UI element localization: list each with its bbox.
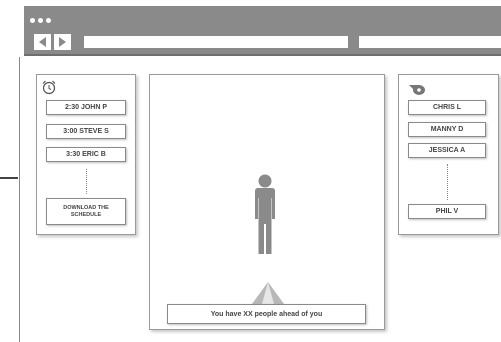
- coach-item-1[interactable]: CHRIS L: [408, 100, 486, 115]
- window-dot-icon: [38, 18, 43, 23]
- whistle-icon: [409, 85, 425, 95]
- coach-item-2[interactable]: MANNY D: [408, 122, 486, 137]
- up-arrow-icon: [252, 282, 284, 304]
- schedule-item-3[interactable]: 3:30 ERIC B: [46, 147, 126, 162]
- schedule-item-2[interactable]: 3:00 STEVE S: [46, 124, 126, 139]
- search-bar[interactable]: [359, 36, 501, 48]
- address-bar[interactable]: [84, 36, 348, 48]
- schedule-panel: 2:30 JOHN P 3:00 STEVE S 3:30 ERIC B DOW…: [36, 74, 136, 235]
- forward-button[interactable]: [54, 34, 71, 50]
- more-items-indicator: [86, 169, 87, 194]
- page-border: [19, 57, 20, 342]
- queue-panel: You have XX people ahead of you: [149, 74, 385, 330]
- browser-toolbar: [24, 6, 501, 56]
- coach-item-last[interactable]: PHIL V: [408, 204, 486, 219]
- chevron-left-icon: [39, 37, 46, 47]
- more-items-indicator: [447, 164, 448, 200]
- chevron-right-icon: [59, 37, 66, 47]
- queue-status-message: You have XX people ahead of you: [167, 304, 366, 324]
- coach-panel: CHRIS L MANNY D JESSICA A PHIL V: [398, 74, 499, 235]
- window-dot-icon: [30, 18, 35, 23]
- coach-item-3[interactable]: JESSICA A: [408, 143, 486, 158]
- download-label-line-1: DOWNLOAD THE: [63, 204, 109, 211]
- download-label-line-2: SCHEDULE: [70, 211, 102, 218]
- back-button[interactable]: [34, 34, 51, 50]
- window-dot-icon: [46, 18, 51, 23]
- download-schedule-button[interactable]: DOWNLOAD THE SCHEDULE: [46, 198, 126, 225]
- page-dash-marker: [0, 177, 18, 179]
- person-icon: [255, 174, 275, 254]
- alarm-clock-icon: [42, 80, 56, 95]
- schedule-item-1[interactable]: 2:30 JOHN P: [46, 100, 126, 115]
